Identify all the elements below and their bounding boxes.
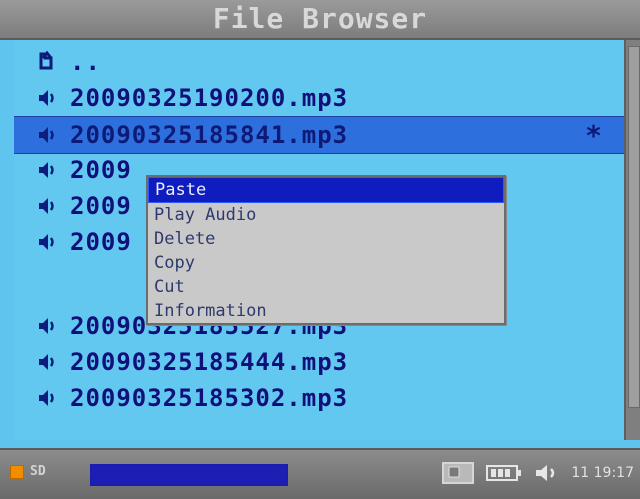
speaker-icon [30,227,64,257]
volume-icon [533,461,561,485]
menu-item-information[interactable]: Information [148,299,504,323]
menu-item-delete[interactable]: Delete [148,227,504,251]
selection-mark: * [585,118,602,152]
storage-indicator: SD [10,464,46,479]
scrollbar[interactable] [624,40,640,440]
list-item[interactable]: 20090325185302.mp3 [14,380,624,416]
file-name: 20090325185444.mp3 [70,348,349,376]
window-title: File Browser [212,2,428,35]
speaker-icon [30,155,64,185]
list-item-parent-dir[interactable]: .. [14,44,624,80]
title-bar: File Browser [0,0,640,40]
file-name: 2009 [70,156,132,184]
progress-fill [92,466,286,484]
speaker-icon [30,120,64,150]
card-icon [441,461,475,485]
progress-bar [90,464,288,486]
battery-icon [485,462,523,484]
menu-item-cut[interactable]: Cut [148,275,504,299]
scroll-thumb[interactable] [628,46,640,408]
menu-item-play-audio[interactable]: Play Audio [148,203,504,227]
file-name: 20090325185302.mp3 [70,384,349,412]
file-name: .. [70,48,101,76]
speaker-icon [30,311,64,341]
speaker-icon [30,83,64,113]
menu-item-copy[interactable]: Copy [148,251,504,275]
context-menu[interactable]: Paste Play Audio Delete Copy Cut Informa… [146,175,506,325]
menu-item-paste[interactable]: Paste [148,177,504,203]
speaker-icon [30,383,64,413]
file-name: 20090325185841.mp3 [70,121,349,149]
file-name: 20090325190200.mp3 [70,84,349,112]
list-item-selected[interactable]: 20090325185841.mp3 * [14,116,624,154]
clock: 11 19:17 [571,465,634,481]
file-name: 2009 [70,228,132,256]
storage-label: SD [30,464,46,479]
speaker-icon [30,191,64,221]
folder-up-icon [30,47,64,77]
status-icons: 11 19:17 [441,461,634,485]
storage-dot [10,464,24,479]
file-name: 2009 [70,192,132,220]
list-item[interactable]: 20090325185444.mp3 [14,344,624,380]
speaker-icon [30,347,64,377]
list-item[interactable]: 20090325190200.mp3 [14,80,624,116]
status-bar: SD 11 19:17 [0,448,640,499]
